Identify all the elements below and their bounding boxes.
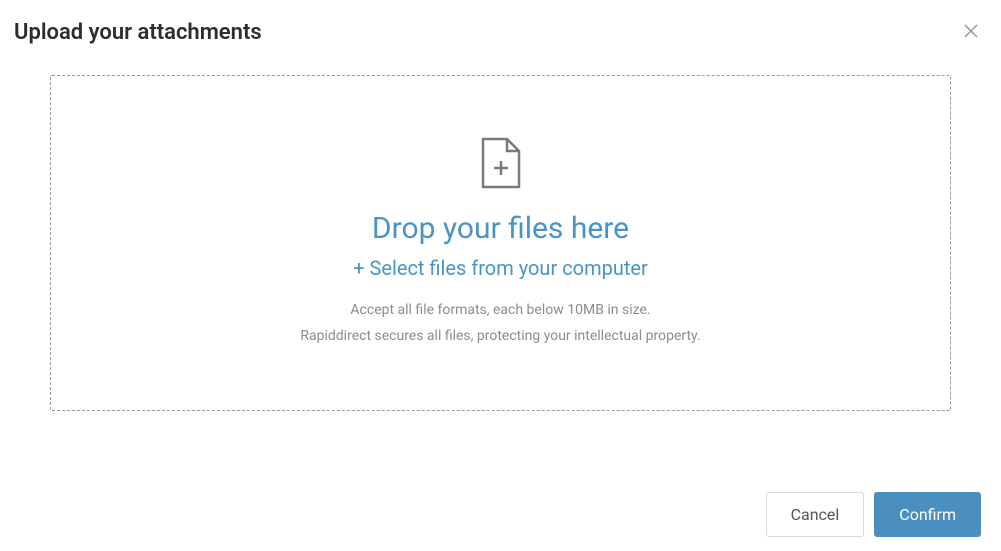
cancel-button[interactable]: Cancel	[766, 492, 865, 537]
confirm-button[interactable]: Confirm	[874, 492, 981, 537]
close-icon	[964, 23, 978, 42]
modal-footer: Cancel Confirm	[766, 492, 981, 537]
select-files-link[interactable]: + Select files from your computer	[353, 256, 648, 280]
dropzone-hint-formats: Accept all file formats, each below 10MB…	[350, 298, 650, 323]
modal-header: Upload your attachments	[0, 0, 1001, 65]
file-dropzone[interactable]: Drop your files here + Select files from…	[50, 75, 951, 411]
modal-title: Upload your attachments	[14, 20, 262, 45]
upload-area-wrapper: Drop your files here + Select files from…	[0, 65, 1001, 431]
dropzone-title: Drop your files here	[372, 211, 629, 246]
dropzone-hint-security: Rapiddirect secures all files, protectin…	[300, 324, 700, 349]
close-button[interactable]	[961, 23, 981, 43]
file-plus-icon	[479, 137, 523, 189]
